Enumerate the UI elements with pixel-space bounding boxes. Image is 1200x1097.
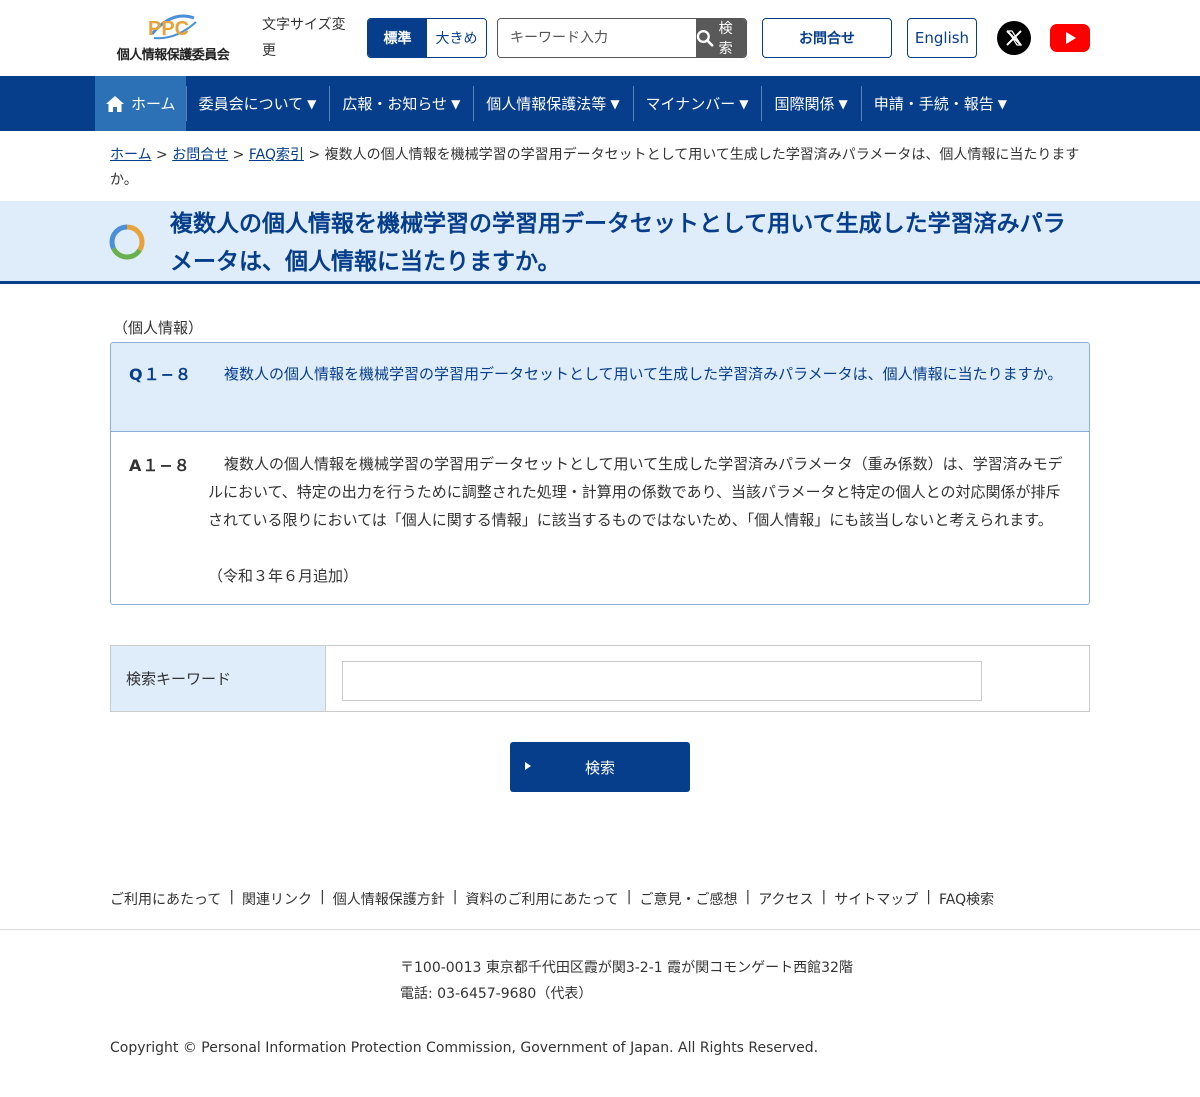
footer-separator: | xyxy=(926,889,931,905)
question-text: 複数人の個人情報を機械学習の学習用データセットとして用いて生成した学習済みパラメ… xyxy=(224,365,1063,383)
answer-row: A１−８ 複数人の個人情報を機械学習の学習用データセットとして用いて生成した学習… xyxy=(111,433,1089,604)
breadcrumb: ホーム > お問合せ > FAQ索引 > 複数人の個人情報を機械学習の学習用デー… xyxy=(110,143,1090,193)
nav-item-home[interactable]: ホーム xyxy=(95,76,186,131)
breadcrumb-separator: > xyxy=(304,147,325,163)
question-number: Q１−８ xyxy=(129,365,193,384)
keyword-search-form: 検索キーワード xyxy=(110,645,1090,712)
keyword-search-button[interactable]: 検索 xyxy=(510,742,690,792)
footer-separator: | xyxy=(452,889,458,905)
question-row: Q１−８ 複数人の個人情報を機械学習の学習用データセットとして用いて生成した学習… xyxy=(111,343,1089,432)
fontsize-toggle: 標準 大きめ xyxy=(367,18,487,58)
site-header: PPC 個人情報保護委員会 文字サイズ変更 標準 大きめ 検索 お問合せ Eng… xyxy=(0,0,1200,76)
answer-text: 複数人の個人情報を機械学習の学習用データセットとして用いて生成した学習済みパラメ… xyxy=(208,455,1063,529)
x-glyph-icon xyxy=(1006,30,1023,46)
page-title-band: 複数人の個人情報を機械学習の学習用データセットとして用いて生成した学習済みパラメ… xyxy=(0,201,1200,284)
footer-phone: 電話: 03-6457-9680（代表） xyxy=(400,986,593,1002)
caret-down-icon: ▼ xyxy=(739,96,749,111)
ppc-logo-icon: PPC xyxy=(148,14,197,40)
nav-item-international[interactable]: 国際関係 ▼ xyxy=(761,76,860,131)
footer-link-sitemap[interactable]: サイトマップ xyxy=(834,889,918,909)
contact-button[interactable]: お問合せ xyxy=(762,18,892,58)
footer-link-related[interactable]: 関連リンク xyxy=(242,889,312,909)
youtube-play-icon xyxy=(1066,32,1076,44)
nav-item-label: 個人情報保護法等 xyxy=(486,95,607,113)
svg-text:PPC: PPC xyxy=(148,18,189,40)
nav-item-label: ホーム xyxy=(131,95,176,113)
global-nav: ホーム 委員会について ▼ 広報・お知らせ ▼ 個人情報保護法等 ▼ マイナンバー ▼ … xyxy=(0,76,1200,131)
x-logo-icon[interactable] xyxy=(997,21,1031,55)
footer-links: ご利用にあたって | 関連リンク | 個人情報保護方針 | 資料のご利用にあたっ… xyxy=(110,889,994,909)
caret-down-icon: ▼ xyxy=(997,96,1007,111)
youtube-icon[interactable] xyxy=(1050,24,1090,52)
answer-note: （令和３年６月追加） xyxy=(208,567,359,585)
nav-item-label: 委員会について xyxy=(198,95,304,113)
footer-link-access[interactable]: アクセス xyxy=(758,889,813,909)
breadcrumb-separator: > xyxy=(228,147,249,163)
footer-address-block: 〒100-0013 東京都千代田区霞が関3-2-1 霞が関コモンゲート西館32階… xyxy=(400,955,853,1007)
footer-link-privacy-policy[interactable]: 個人情報保護方針 xyxy=(333,889,445,909)
footer-separator: | xyxy=(821,889,827,905)
site-search: 検索 xyxy=(497,18,747,58)
footer-link-terms[interactable]: ご利用にあたって xyxy=(110,889,221,909)
footer-separator: | xyxy=(229,889,235,905)
page-title: 複数人の個人情報を機械学習の学習用データセットとして用いて生成した学習済みパラメ… xyxy=(170,211,1066,275)
caret-down-icon: ▼ xyxy=(451,96,461,111)
footer-link-feedback[interactable]: ご意見・ご感想 xyxy=(640,889,738,909)
play-arrow-icon xyxy=(525,762,531,770)
logo-text: 個人情報保護委員会 xyxy=(116,48,230,63)
faq-item: Q１−８ 複数人の個人情報を機械学習の学習用データセットとして用いて生成した学習… xyxy=(110,342,1090,605)
breadcrumb-contact-link[interactable]: お問合せ xyxy=(172,147,228,163)
breadcrumb-faq-link[interactable]: FAQ索引 xyxy=(249,147,304,163)
copyright: Copyright © Personal Information Protect… xyxy=(110,1040,819,1056)
footer-link-materials[interactable]: 資料のご利用にあたって xyxy=(465,889,618,909)
nav-item-law[interactable]: 個人情報保護法等 ▼ xyxy=(473,76,632,131)
caret-down-icon: ▼ xyxy=(307,96,317,111)
nav-item-label: 国際関係 xyxy=(774,95,835,113)
nav-item-news[interactable]: 広報・お知らせ ▼ xyxy=(329,76,473,131)
site-logo[interactable]: PPC 個人情報保護委員会 xyxy=(110,10,236,66)
nav-item-label: 広報・お知らせ xyxy=(342,95,448,113)
home-icon xyxy=(106,95,124,112)
nav-item-label: 申請・手続・報告 xyxy=(873,95,994,113)
breadcrumb-separator: > xyxy=(151,147,173,163)
nav-item-about[interactable]: 委員会について ▼ xyxy=(185,76,330,131)
keyword-search-label: 検索キーワード xyxy=(111,646,326,711)
category-label: （個人情報） xyxy=(113,319,204,337)
footer-divider xyxy=(0,929,1200,930)
english-button[interactable]: English xyxy=(907,18,977,58)
keyword-search-button-label: 検索 xyxy=(584,758,615,777)
caret-down-icon: ▼ xyxy=(838,96,848,111)
nav-item-applications[interactable]: 申請・手続・報告 ▼ xyxy=(860,76,1020,131)
footer-separator: | xyxy=(626,889,632,905)
footer-link-faq-search[interactable]: FAQ検索 xyxy=(939,889,994,909)
footer-address: 〒100-0013 東京都千代田区霞が関3-2-1 霞が関コモンゲート西館32階 xyxy=(400,960,853,976)
fontsize-standard-button[interactable]: 標準 xyxy=(368,19,427,57)
caret-down-icon: ▼ xyxy=(610,96,620,111)
fontsize-label: 文字サイズ変更 xyxy=(262,17,346,59)
answer-number: A１−８ xyxy=(129,456,191,475)
footer-separator: | xyxy=(320,889,325,905)
fontsize-large-button[interactable]: 大きめ xyxy=(427,19,486,57)
search-icon xyxy=(696,29,714,47)
breadcrumb-home-link[interactable]: ホーム xyxy=(110,147,152,163)
site-search-button-label: 検索 xyxy=(718,21,733,57)
ring-icon xyxy=(109,224,145,260)
site-search-input[interactable] xyxy=(498,19,696,57)
keyword-search-input[interactable] xyxy=(342,661,982,701)
nav-item-label: マイナンバー xyxy=(645,95,736,113)
site-search-button[interactable]: 検索 xyxy=(696,19,746,57)
footer-separator: | xyxy=(745,889,751,905)
nav-item-mynumber[interactable]: マイナンバー ▼ xyxy=(632,76,762,131)
